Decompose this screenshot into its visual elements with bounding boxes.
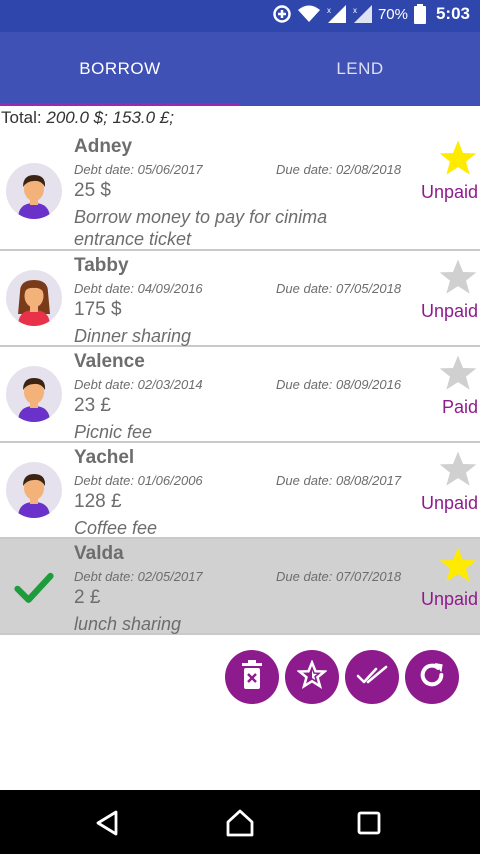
- tab-bar: BORROW LEND: [0, 32, 480, 106]
- debtor-name: Valence: [74, 351, 145, 372]
- star-outline-icon[interactable]: [438, 257, 478, 297]
- home-icon[interactable]: [225, 808, 255, 838]
- wifi-icon: [297, 5, 320, 23]
- debt-date: Debt date: 05/06/2017: [74, 162, 203, 177]
- debt-list: Adney Debt date: 05/06/2017 Due date: 02…: [0, 132, 480, 635]
- debt-date: Debt date: 02/03/2014: [74, 377, 203, 392]
- delete-button[interactable]: [225, 650, 279, 704]
- check-icon: [12, 565, 56, 609]
- battery-icon: [413, 4, 426, 24]
- debt-date: Debt date: 01/06/2006: [74, 473, 203, 488]
- svg-text:x: x: [353, 6, 357, 15]
- debt-amount: 25 $: [74, 180, 111, 201]
- tab-lend[interactable]: LEND: [240, 32, 480, 106]
- due-date: Due date: 07/07/2018: [276, 569, 402, 584]
- debt-amount: 175 $: [74, 299, 122, 320]
- signal-icon-2: x: [352, 5, 372, 23]
- star-icon: [296, 658, 328, 695]
- payment-status: Unpaid: [420, 301, 478, 321]
- female-avatar-icon: [6, 270, 62, 326]
- debtor-name: Yachel: [74, 447, 135, 468]
- payment-status: Unpaid: [420, 589, 478, 609]
- debt-row[interactable]: Valence Debt date: 02/03/2014 Due date: …: [0, 347, 480, 443]
- double-check-icon: [356, 663, 388, 692]
- male-avatar-icon: [6, 366, 62, 422]
- due-date: Due date: 08/09/2016: [276, 377, 402, 392]
- debt-description: Borrow money to pay for cinima entrance …: [74, 207, 328, 249]
- refresh-icon: [416, 659, 448, 696]
- status-bar: x x 70% 5:03: [0, 0, 480, 32]
- star-outline-icon[interactable]: [438, 449, 478, 489]
- star-filled-icon[interactable]: [438, 545, 478, 585]
- male-avatar-icon: [6, 163, 62, 219]
- clock: 5:03: [435, 4, 470, 23]
- star-filled-icon[interactable]: [438, 138, 478, 178]
- debt-date: Debt date: 02/05/2017: [74, 569, 203, 584]
- due-date: Due date: 02/08/2018: [276, 162, 402, 177]
- debt-amount: 2 £: [74, 587, 101, 608]
- total-summary: Total: 200.0 $; 153.0 £;: [0, 108, 480, 132]
- debt-row-selected[interactable]: Valda Debt date: 02/05/2017 Due date: 07…: [0, 539, 480, 635]
- debtor-name: Valda: [74, 543, 124, 564]
- delete-icon: [238, 659, 266, 695]
- payment-status: Unpaid: [420, 182, 478, 202]
- debt-row[interactable]: Yachel Debt date: 01/06/2006 Due date: 0…: [0, 443, 480, 539]
- tab-indicator: [0, 103, 240, 106]
- debt-amount: 128 £: [74, 491, 122, 512]
- debt-description: Coffee fee: [74, 518, 158, 538]
- debtor-name: Tabby: [74, 255, 129, 276]
- signal-icon: x: [326, 5, 346, 23]
- debt-row[interactable]: Tabby Debt date: 04/09/2016 Due date: 07…: [0, 251, 480, 347]
- payment-status: Paid: [441, 397, 478, 417]
- debt-date: Debt date: 04/09/2016: [74, 281, 203, 296]
- debt-description: Picnic fee: [74, 422, 153, 442]
- data-saver-icon: [272, 4, 292, 24]
- payment-status: Unpaid: [420, 493, 478, 513]
- tab-borrow[interactable]: BORROW: [0, 32, 240, 106]
- svg-text:x: x: [327, 6, 331, 15]
- debt-amount: 23 £: [74, 395, 111, 416]
- due-date: Due date: 08/08/2017: [276, 473, 402, 488]
- mark-star-button[interactable]: [285, 650, 339, 704]
- debt-description: Dinner sharing: [74, 326, 192, 346]
- back-icon[interactable]: [92, 808, 122, 838]
- navigation-bar: [0, 790, 480, 854]
- recents-icon[interactable]: [354, 808, 384, 838]
- debt-row[interactable]: Adney Debt date: 05/06/2017 Due date: 02…: [0, 132, 480, 251]
- battery-percent: 70%: [377, 5, 408, 23]
- total-label: Total:: [1, 108, 42, 127]
- star-outline-icon[interactable]: [438, 353, 478, 393]
- mark-paid-button[interactable]: [345, 650, 399, 704]
- due-date: Due date: 07/05/2018: [276, 281, 402, 296]
- total-value: 200.0 $; 153.0 £;: [46, 108, 174, 127]
- debtor-name: Adney: [74, 136, 133, 157]
- refresh-button[interactable]: [405, 650, 459, 704]
- debt-description: lunch sharing: [74, 614, 182, 634]
- male-avatar-icon: [6, 462, 62, 518]
